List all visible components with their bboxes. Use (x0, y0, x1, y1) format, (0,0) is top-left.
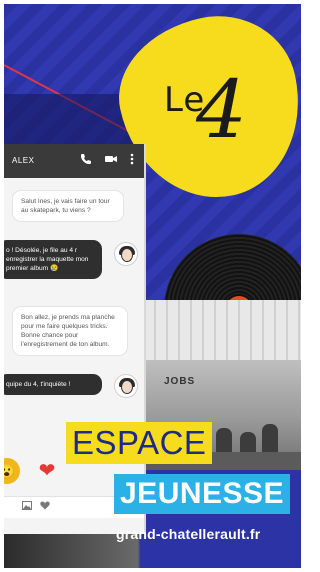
avatar-face (121, 248, 133, 262)
surprised-emoji[interactable]: 😮 (4, 458, 20, 484)
more-vertical-icon[interactable] (130, 153, 134, 168)
chat-header: ALEX (4, 144, 144, 178)
heart-emoji[interactable]: ❤ (34, 458, 60, 484)
poster-frame: Le 4 JOBS ALEX Salut Ines, je vais faire… (4, 4, 301, 568)
avatar-face (121, 380, 133, 394)
contact-name: ALEX (12, 156, 35, 165)
photo-ceiling (144, 300, 301, 360)
message-out: o ! Désolée, je file au 4 r enregistrer … (4, 240, 102, 279)
le-4-logo: Le 4 (156, 62, 266, 170)
jobs-sign: JOBS (164, 376, 196, 387)
poster: Le 4 JOBS ALEX Salut Ines, je vais faire… (0, 0, 305, 572)
phone-icon[interactable] (80, 153, 92, 168)
message-in: Salut Ines, je vais faire un tour au ska… (12, 190, 124, 222)
avatar (114, 242, 138, 266)
title-jeunesse: JEUNESSE (114, 474, 291, 514)
message-in: Bon allez, je prends ma planche pour me … (12, 306, 128, 356)
logo-number: 4 (196, 63, 247, 156)
title-espace: ESPACE (66, 422, 213, 464)
image-icon[interactable] (22, 501, 32, 513)
website-url[interactable]: grand-chatellerault.fr (116, 526, 260, 542)
video-icon[interactable] (104, 153, 118, 168)
heart-icon[interactable] (40, 501, 50, 513)
message-out: quipe du 4, t'inquiète ! (4, 374, 102, 395)
avatar (114, 374, 138, 398)
